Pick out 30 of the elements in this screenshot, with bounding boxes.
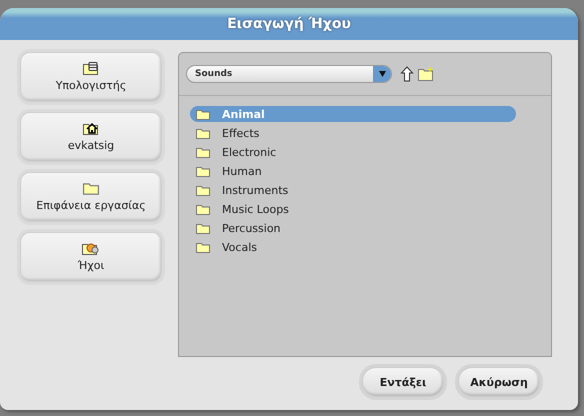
home-folder-icon <box>83 122 99 135</box>
folder-icon <box>196 128 210 138</box>
folder-row[interactable]: Electronic <box>190 144 516 160</box>
cancel-button[interactable]: Ακύρωση <box>458 367 540 397</box>
folder-icon <box>196 108 210 120</box>
sidebar-item[interactable]: Επιφάνεια εργασίας <box>20 172 162 222</box>
location-dropdown[interactable]: Sounds <box>186 65 392 83</box>
caret-icon <box>378 71 386 77</box>
drive-folder-icon <box>83 62 99 75</box>
up-arrow-icon[interactable] <box>400 66 414 82</box>
folder-icon <box>196 184 210 196</box>
folder-icon <box>196 146 210 158</box>
new-folder-icon[interactable] <box>418 67 434 81</box>
folder-row[interactable]: Music Loops <box>190 201 516 217</box>
ok-button[interactable]: Εντάξει <box>362 367 444 397</box>
folder-row[interactable]: Effects <box>190 125 516 141</box>
folder-row[interactable]: Human <box>190 163 516 179</box>
folder-icon <box>196 204 210 214</box>
folder-row[interactable]: Instruments <box>190 182 516 198</box>
sidebar-item[interactable]: Ήχοι <box>20 232 162 282</box>
folder-icon <box>196 222 210 234</box>
folder-row[interactable]: Vocals <box>190 239 516 255</box>
sidebar-item[interactable]: Υπολογιστής <box>20 52 162 102</box>
window-title: Εισαγωγή Ήχου <box>0 8 578 40</box>
folder-icon <box>196 166 210 176</box>
folder-row[interactable]: Percussion <box>190 220 516 236</box>
folder-icon <box>196 242 210 252</box>
sound-folder-icon <box>82 242 100 255</box>
folder-icon <box>83 182 99 195</box>
sidebar-item[interactable]: evkatsig <box>20 112 162 162</box>
